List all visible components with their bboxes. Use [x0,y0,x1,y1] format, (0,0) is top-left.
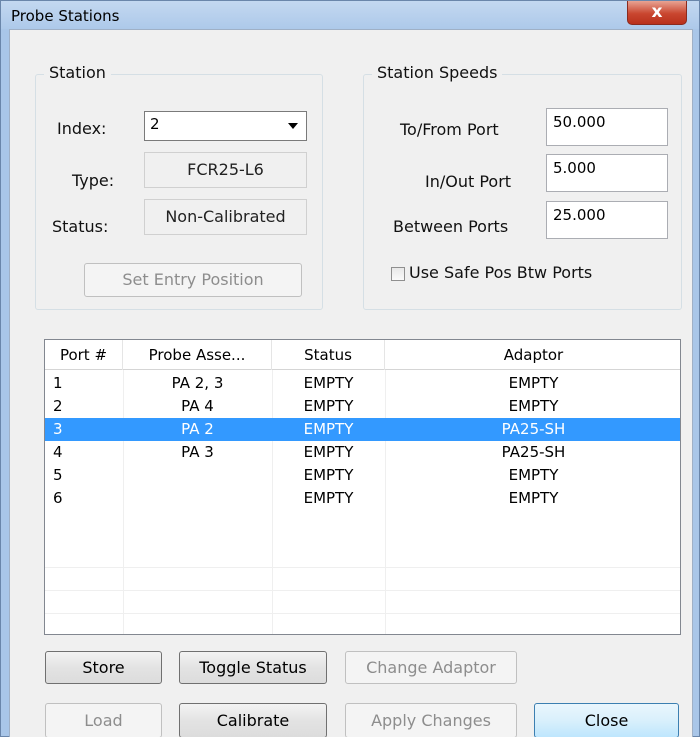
load-button[interactable]: Load [45,703,162,737]
row-gridline [45,590,680,591]
status-cell: EMPTY [303,466,354,484]
table-row[interactable]: 6 EMPTY EMPTY [45,487,680,510]
toggle-status-button[interactable]: Toggle Status [179,651,327,684]
station-speeds-group-title: Station Speeds [372,63,503,82]
table-row[interactable]: 4 PA 3 EMPTY PA25-SH [45,441,680,464]
table-row-selected[interactable]: 3 PA 2 EMPTY PA25-SH [45,418,680,441]
row-gridline [45,613,680,614]
adaptor-cell: EMPTY [508,489,559,507]
probe-cell [123,464,272,487]
probe-cell: PA 2, 3 [171,374,224,392]
to-from-port-label: To/From Port [400,120,499,139]
column-header-adaptor[interactable]: Adaptor [385,340,680,370]
status-cell: EMPTY [303,443,354,461]
calibrate-button[interactable]: Calibrate [179,703,327,737]
station-group-title: Station [44,63,111,82]
column-header-status[interactable]: Status [272,340,385,370]
column-header-probe-assembly[interactable]: Probe Asse... [123,340,272,370]
store-button[interactable]: Store [45,651,162,684]
probe-cell: PA 4 [181,397,214,415]
status-cell: EMPTY [303,489,354,507]
close-icon: x [651,2,663,22]
safe-pos-checkbox[interactable] [391,267,405,281]
port-cell: 4 [53,443,63,461]
adaptor-cell: EMPTY [508,397,559,415]
port-cell: 3 [53,420,63,438]
to-from-port-input[interactable]: 50.000 [546,108,668,146]
between-ports-input[interactable]: 25.000 [546,201,668,239]
chevron-down-icon[interactable] [288,123,298,129]
column-header-port[interactable]: Port # [45,340,123,370]
title-bar[interactable]: Probe Stations x [1,1,699,29]
apply-changes-button[interactable]: Apply Changes [345,703,517,737]
between-ports-label: Between Ports [393,217,509,236]
index-label: Index: [57,119,107,138]
window-title: Probe Stations [11,7,120,25]
port-cell: 6 [53,489,63,507]
table-row[interactable]: 2 PA 4 EMPTY EMPTY [45,395,680,418]
type-label: Type: [72,171,115,190]
dialog-client-area: Station Index: 2 Type: FCR25-L6 Status: … [9,29,693,737]
status-field: Non-Calibrated [144,199,307,235]
in-out-port-input[interactable]: 5.000 [546,154,668,192]
ports-table[interactable]: Port # Probe Asse... Status Adaptor 1 PA… [44,339,681,635]
adaptor-cell: EMPTY [508,466,559,484]
close-button[interactable]: Close [534,703,679,737]
safe-pos-label[interactable]: Use Safe Pos Btw Ports [409,263,592,282]
index-value: 2 [150,115,160,133]
port-cell: 1 [53,374,63,392]
probe-cell [123,487,272,510]
status-cell: EMPTY [303,374,354,392]
index-combobox[interactable]: 2 [144,111,307,141]
port-cell: 5 [53,466,63,484]
status-cell: EMPTY [303,397,354,415]
adaptor-cell: PA25-SH [501,443,566,461]
status-label: Status: [52,217,109,236]
adaptor-cell: EMPTY [508,374,559,392]
ports-table-header: Port # Probe Asse... Status Adaptor [45,340,680,370]
row-gridline [45,567,680,568]
adaptor-cell: PA25-SH [501,420,566,438]
type-field: FCR25-L6 [144,152,307,188]
change-adaptor-button[interactable]: Change Adaptor [345,651,517,684]
table-row[interactable]: 5 EMPTY EMPTY [45,464,680,487]
window-close-button[interactable]: x [627,1,687,25]
set-entry-position-button[interactable]: Set Entry Position [84,263,302,297]
status-cell: EMPTY [303,420,354,438]
probe-cell: PA 3 [181,443,214,461]
probe-stations-window: Probe Stations x Station Index: 2 Type: … [0,0,700,737]
in-out-port-label: In/Out Port [425,172,512,191]
probe-cell: PA 2 [181,420,214,438]
port-cell: 2 [53,397,63,415]
table-row[interactable]: 1 PA 2, 3 EMPTY EMPTY [45,372,680,395]
